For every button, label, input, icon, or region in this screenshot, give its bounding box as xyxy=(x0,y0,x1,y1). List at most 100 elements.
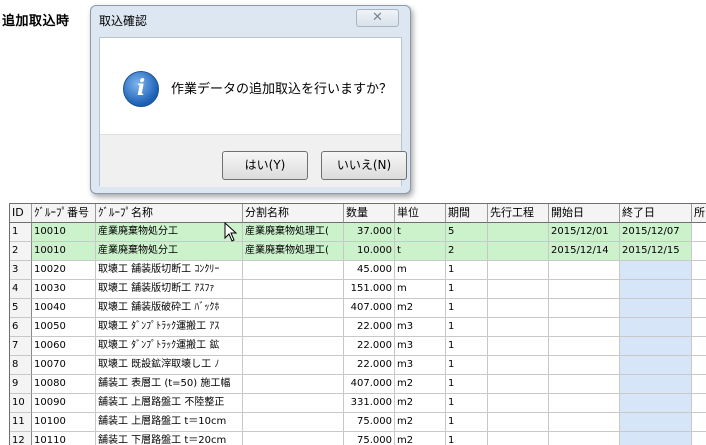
cell-unit[interactable]: t xyxy=(395,242,446,261)
cell-quantity[interactable]: 22.000 xyxy=(344,337,395,356)
cell-predecessor[interactable] xyxy=(488,356,549,375)
cell-quantity[interactable]: 37.000 xyxy=(344,223,395,242)
cell-group-name[interactable]: 取壊工 舗装版切断工 ｺﾝｸﾘｰ xyxy=(96,261,243,280)
cell-partial[interactable] xyxy=(692,337,706,356)
cell-partial[interactable] xyxy=(692,242,706,261)
table-row[interactable]: 10 10090 舗装工 上層路盤工 不陸整正 331.000 m2 1 xyxy=(10,394,706,413)
cell-group-name[interactable]: 舗装工 表層工 (t=50) 施工幅 xyxy=(96,375,243,394)
cell-partial[interactable] xyxy=(692,413,706,432)
cell-unit[interactable]: m2 xyxy=(395,432,446,445)
cell-quantity[interactable]: 407.000 xyxy=(344,299,395,318)
cell-start-date[interactable]: 2015/12/01 xyxy=(549,223,620,242)
cell-partial[interactable] xyxy=(692,261,706,280)
cell-predecessor[interactable] xyxy=(488,223,549,242)
cell-id[interactable]: 11 xyxy=(10,413,32,432)
cell-group-name[interactable]: 取壊工 舗装版破砕工 ﾊﾞｯｸﾎ xyxy=(96,299,243,318)
table-row[interactable]: 1 10010 産業廃棄物処分工 産業廃棄物処理工(37.000 t 5 2015/12/0… xyxy=(10,223,706,242)
cell-end-date[interactable] xyxy=(620,299,692,318)
cell-id[interactable]: 2 xyxy=(10,242,32,261)
cell-group-name[interactable]: 取壊工 舗装版切断工 ｱｽﾌｧ xyxy=(96,280,243,299)
cell-id[interactable]: 1 xyxy=(10,223,32,242)
cell-end-date[interactable] xyxy=(620,261,692,280)
cell-id[interactable]: 7 xyxy=(10,337,32,356)
cell-quantity[interactable]: 75.000 xyxy=(344,413,395,432)
cell-partial[interactable] xyxy=(692,356,706,375)
cell-end-date[interactable] xyxy=(620,337,692,356)
cell-split-name[interactable]: 産業廃棄物処理工( xyxy=(243,223,344,242)
cell-id[interactable]: 12 xyxy=(10,432,32,445)
table-row[interactable]: 6 10050 取壊工 ﾀﾞﾝﾌﾟﾄﾗｯｸ運搬工 ｱｽ 22.000 m3 1 xyxy=(10,318,706,337)
cell-period[interactable]: 1 xyxy=(446,432,488,445)
cell-split-name[interactable] xyxy=(243,413,344,432)
cell-start-date[interactable] xyxy=(549,280,620,299)
cell-start-date[interactable] xyxy=(549,318,620,337)
cell-unit[interactable]: m2 xyxy=(395,299,446,318)
cell-quantity[interactable]: 45.000 xyxy=(344,261,395,280)
table-row[interactable]: 4 10030 取壊工 舗装版切断工 ｱｽﾌｧ 151.000 m 1 xyxy=(10,280,706,299)
column-header-unit[interactable]: 単位 xyxy=(395,204,446,223)
no-button[interactable]: いいえ(N) xyxy=(321,151,407,180)
cell-unit[interactable]: m3 xyxy=(395,356,446,375)
cell-period[interactable]: 1 xyxy=(446,318,488,337)
cell-id[interactable]: 10 xyxy=(10,394,32,413)
cell-unit[interactable]: m2 xyxy=(395,413,446,432)
cell-split-name[interactable] xyxy=(243,261,344,280)
cell-split-name[interactable] xyxy=(243,299,344,318)
cell-unit[interactable]: m2 xyxy=(395,375,446,394)
yes-button[interactable]: はい(Y) xyxy=(222,151,308,180)
cell-quantity[interactable]: 75.000 xyxy=(344,432,395,445)
cell-start-date[interactable] xyxy=(549,394,620,413)
cell-period[interactable]: 1 xyxy=(446,261,488,280)
cell-predecessor[interactable] xyxy=(488,394,549,413)
cell-id[interactable]: 9 xyxy=(10,375,32,394)
cell-group-number[interactable]: 10110 xyxy=(32,432,96,445)
cell-period[interactable]: 1 xyxy=(446,375,488,394)
table-row[interactable]: 5 10040 取壊工 舗装版破砕工 ﾊﾞｯｸﾎ 407.000 m2 1 xyxy=(10,299,706,318)
cell-unit[interactable]: m3 xyxy=(395,318,446,337)
cell-group-name[interactable]: 取壊工 既設鉱滓取壊し工 ﾉ xyxy=(96,356,243,375)
cell-unit[interactable]: m3 xyxy=(395,337,446,356)
cell-partial[interactable] xyxy=(692,375,706,394)
cell-period[interactable]: 1 xyxy=(446,337,488,356)
cell-end-date[interactable]: 2015/12/07 xyxy=(620,223,692,242)
cell-group-number[interactable]: 10080 xyxy=(32,375,96,394)
cell-id[interactable]: 8 xyxy=(10,356,32,375)
table-row[interactable]: 7 10060 取壊工 ﾀﾞﾝﾌﾟﾄﾗｯｸ運搬工 鉱 22.000 m3 1 xyxy=(10,337,706,356)
cell-partial[interactable] xyxy=(692,318,706,337)
cell-partial[interactable] xyxy=(692,280,706,299)
table-row[interactable]: 9 10080 舗装工 表層工 (t=50) 施工幅 407.000 m2 1 xyxy=(10,375,706,394)
cell-start-date[interactable] xyxy=(549,356,620,375)
cell-period[interactable]: 5 xyxy=(446,223,488,242)
cell-split-name[interactable]: 産業廃棄物処理工( xyxy=(243,242,344,261)
cell-unit[interactable]: t xyxy=(395,223,446,242)
table-row[interactable]: 3 10020 取壊工 舗装版切断工 ｺﾝｸﾘｰ 45.000 m 1 xyxy=(10,261,706,280)
cell-group-number[interactable]: 10050 xyxy=(32,318,96,337)
cell-split-name[interactable] xyxy=(243,394,344,413)
column-header-quantity[interactable]: 数量 xyxy=(344,204,395,223)
cell-id[interactable]: 5 xyxy=(10,299,32,318)
cell-start-date[interactable] xyxy=(549,261,620,280)
cell-quantity[interactable]: 151.000 xyxy=(344,280,395,299)
column-header-split-name[interactable]: 分割名称 xyxy=(243,204,344,223)
cell-end-date[interactable] xyxy=(620,394,692,413)
cell-predecessor[interactable] xyxy=(488,299,549,318)
cell-predecessor[interactable] xyxy=(488,432,549,445)
cell-start-date[interactable] xyxy=(549,375,620,394)
cell-start-date[interactable] xyxy=(549,413,620,432)
cell-group-name[interactable]: 舗装工 下層路盤工 t＝20cm xyxy=(96,432,243,445)
cell-split-name[interactable] xyxy=(243,375,344,394)
column-header-period[interactable]: 期間 xyxy=(446,204,488,223)
cell-period[interactable]: 1 xyxy=(446,394,488,413)
cell-quantity[interactable]: 22.000 xyxy=(344,318,395,337)
cell-unit[interactable]: m2 xyxy=(395,394,446,413)
cell-quantity[interactable]: 407.000 xyxy=(344,375,395,394)
cell-predecessor[interactable] xyxy=(488,413,549,432)
cell-predecessor[interactable] xyxy=(488,318,549,337)
cell-id[interactable]: 4 xyxy=(10,280,32,299)
cell-end-date[interactable] xyxy=(620,375,692,394)
cell-quantity[interactable]: 331.000 xyxy=(344,394,395,413)
column-header-group-number[interactable]: ｸﾞﾙｰﾌﾟ番号 xyxy=(32,204,96,223)
cell-end-date[interactable] xyxy=(620,432,692,445)
cell-group-number[interactable]: 10010 xyxy=(32,242,96,261)
cell-group-number[interactable]: 10090 xyxy=(32,394,96,413)
